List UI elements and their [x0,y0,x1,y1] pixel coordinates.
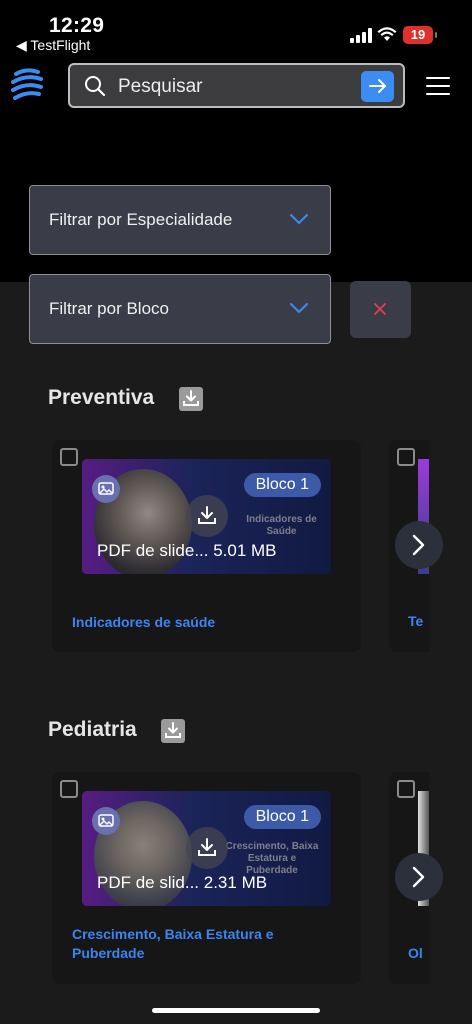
select-checkbox[interactable] [397,448,415,466]
material-card[interactable]: Indicadores de Saúde Bloco 1 PDF de slid… [52,440,361,652]
card-title: Te [408,613,424,629]
carousel-next-button[interactable] [395,521,443,569]
filter-block-select[interactable]: Filtrar por Bloco [29,274,331,344]
chevron-down-icon [290,303,308,314]
close-icon [374,303,386,315]
card-thumbnail[interactable]: Crescimento, Baixa Estatura e Puberdade … [82,791,331,906]
block-badge: Bloco 1 [243,473,321,497]
search-icon [85,76,106,97]
home-indicator [152,1008,320,1013]
select-checkbox[interactable] [397,780,415,798]
card-title[interactable]: Indicadores de saúde [72,613,342,632]
search-submit-button[interactable] [361,71,394,102]
signal-icon [350,28,372,43]
download-file-button[interactable] [186,827,228,869]
download-icon [198,838,216,856]
chevron-down-icon [290,214,308,225]
status-time: 12:29 [49,14,105,37]
download-icon [165,722,181,738]
download-icon [183,390,199,406]
back-to-testflight[interactable]: ◀ TestFlight [16,37,90,54]
download-section-button[interactable] [179,387,203,411]
clear-filters-button[interactable] [350,281,411,338]
select-checkbox[interactable] [60,448,78,466]
download-file-button[interactable] [186,495,228,537]
chevron-right-icon [412,534,425,556]
hamburger-menu-icon[interactable] [426,77,450,95]
status-bar: 12:29 ◀ TestFlight 19 [0,0,472,56]
block-badge: Bloco 1 [243,805,321,829]
app-logo-icon[interactable] [10,66,44,106]
material-card[interactable]: Crescimento, Baixa Estatura e Puberdade … [52,772,361,984]
image-icon [92,807,120,835]
file-info: PDF de slid... 2.31 MB [97,873,268,892]
search-input[interactable]: Pesquisar [118,76,203,98]
image-icon [92,475,120,503]
card-title[interactable]: Crescimento, Baixa Estatura e Puberdade [72,925,312,963]
section-title-pediatria: Pediatria [48,718,137,741]
battery-level: 19 [410,27,426,42]
select-checkbox[interactable] [60,780,78,798]
download-section-button[interactable] [161,719,185,743]
search-bar[interactable]: Pesquisar [68,63,405,108]
download-icon [198,506,216,524]
arrow-right-icon [369,79,386,93]
filter-specialty-select[interactable]: Filtrar por Especialidade [29,185,331,255]
carousel-next-button[interactable] [395,853,443,901]
card-thumbnail[interactable]: Indicadores de Saúde Bloco 1 PDF de slid… [82,459,331,574]
card-title: Ol [408,945,423,961]
wifi-icon [377,27,397,41]
battery-icon: 19 [403,26,437,44]
section-title-preventiva: Preventiva [48,386,155,409]
filter-specialty-label: Filtrar por Especialidade [49,210,233,229]
filter-block-label: Filtrar por Bloco [49,299,169,318]
chevron-right-icon [412,866,425,888]
file-info: PDF de slide... 5.01 MB [97,541,277,560]
